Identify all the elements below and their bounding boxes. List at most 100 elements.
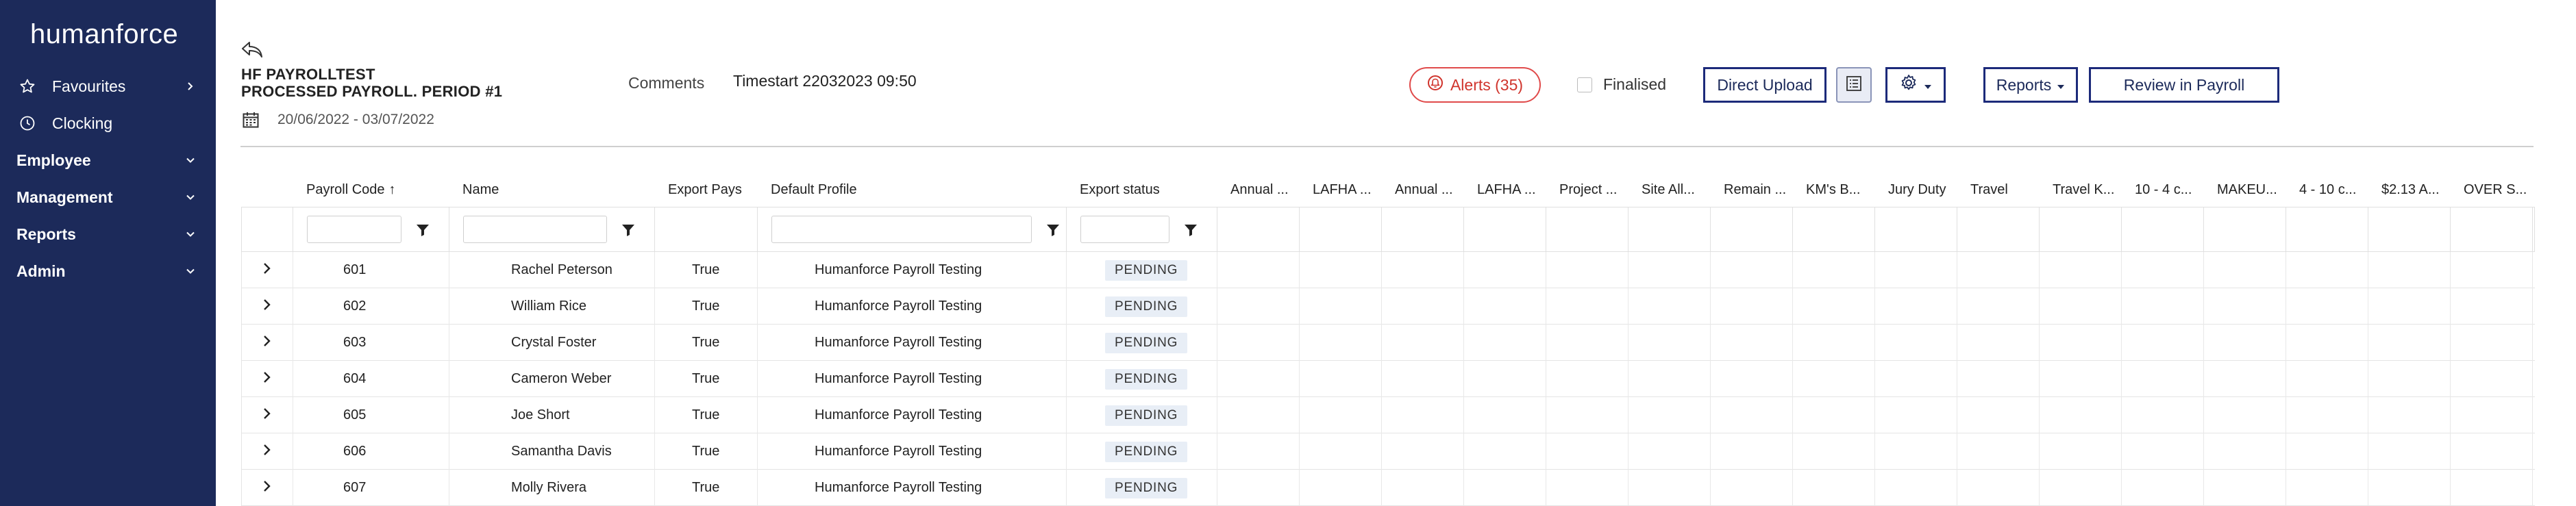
column-header[interactable]: KM's B... [1806,173,1873,207]
back-arrow-icon[interactable] [240,40,264,60]
column-header-label: 10 - 4 c... [2135,181,2192,197]
reports-dropdown-button[interactable]: Reports [1983,67,2078,103]
column-header[interactable]: Site All... [1642,173,1709,207]
table-row[interactable]: 604 Cameron Weber True Humanforce Payroll T… [241,361,2535,397]
column-header-label: Site All... [1642,181,1695,197]
chevron-down-icon [180,229,201,240]
empty-cell [1464,325,1546,361]
settings-dropdown-button[interactable] [1885,67,1946,103]
list-view-button[interactable] [1836,67,1872,103]
empty-cell [1464,252,1546,288]
filter-funnel-icon[interactable] [1183,223,1198,238]
cell-text: 606 [343,444,367,459]
sidebar-item-favourites[interactable]: Favourites [0,69,216,103]
empty-cell [1546,252,1628,288]
row-expand-cell[interactable] [242,361,293,397]
column-header[interactable]: Jury Duty [1888,173,1955,207]
table-row[interactable]: 606 Samantha Davis True Humanforce Payroll … [241,433,2535,470]
column-header[interactable]: Project ... [1559,173,1626,207]
column-header[interactable]: 10 - 4 c... [2135,173,2202,207]
column-header[interactable]: Travel K... [2053,173,2120,207]
column-header[interactable]: Export status [1080,173,1215,207]
review-in-payroll-button[interactable]: Review in Payroll [2089,67,2279,103]
empty-cell [1464,470,1546,506]
cell-profile: Humanforce Payroll Testing [758,288,1067,325]
table-row[interactable]: 601 Rachel Peterson True Humanforce Payroll… [241,252,2535,288]
column-header[interactable]: Remain ... [1724,173,1791,207]
table-row[interactable]: 602 William Rice True Humanforce Payroll Te… [241,288,2535,325]
cell-export-pays: True [655,433,758,470]
filter-funnel-icon[interactable] [1045,223,1061,238]
column-header[interactable]: LAFHA ... [1477,173,1544,207]
table-row[interactable]: 607 Molly Rivera True Humanforce Payroll Te… [241,470,2535,506]
cell-text: Crystal Foster [511,335,597,350]
table-row[interactable]: 605 Joe Short True Humanforce Payroll Testi… [241,397,2535,433]
cell-export-pays: True [655,288,758,325]
empty-cell [2368,325,2451,361]
empty-cell [1546,433,1628,470]
empty-cell [1875,288,1957,325]
finalised-checkbox[interactable] [1577,77,1592,92]
sidebar-item-label: Clocking [52,114,113,132]
column-filter-input[interactable] [463,216,607,243]
cell-text: Cameron Weber [511,371,612,386]
empty-cell [2368,361,2451,397]
column-header[interactable]: MAKEU... [2217,173,2284,207]
sidebar-item-clocking[interactable]: Clocking [0,106,216,140]
column-header[interactable]: LAFHA ... [1313,173,1380,207]
row-expand-cell[interactable] [242,397,293,433]
alerts-button[interactable]: Alerts (35) [1409,67,1541,103]
row-expand-cell[interactable] [242,470,293,506]
empty-cell [1957,325,2040,361]
cell-export-pays: True [655,325,758,361]
column-filter-input[interactable] [307,216,401,243]
timestart-label: Timestart 22032023 09:50 [733,72,917,90]
column-header[interactable]: Travel [1970,173,2038,207]
column-header[interactable]: Annual ... [1395,173,1462,207]
empty-cell [1793,397,1875,433]
row-expand-cell[interactable] [242,288,293,325]
column-header[interactable]: OVER S... [2464,173,2531,207]
cell-profile: Humanforce Payroll Testing [758,361,1067,397]
row-expand-cell[interactable] [242,433,293,470]
empty-cell [1300,433,1382,470]
column-header[interactable]: Default Profile [771,173,1065,207]
sidebar-item-reports[interactable]: Reports [0,217,216,251]
comments-link[interactable]: Comments [628,74,704,92]
column-header[interactable]: Annual ... [1230,173,1298,207]
table-row[interactable]: 603 Crystal Foster True Humanforce Payroll … [241,325,2535,361]
chevron-right-icon [262,479,273,497]
status-badge: PENDING [1105,332,1188,353]
column-header[interactable]: 4 - 10 c... [2299,173,2366,207]
empty-cell [2451,325,2533,361]
filter-funnel-icon[interactable] [415,223,430,238]
chevron-down-icon [180,266,201,277]
sidebar-item-management[interactable]: Management [0,180,216,214]
app-logo[interactable]: humanforce [30,19,178,50]
direct-upload-button[interactable]: Direct Upload [1703,67,1826,103]
column-filter-input[interactable] [771,216,1032,243]
empty-cell [1628,397,1711,433]
filter-funnel-icon[interactable] [621,223,636,238]
column-header-label: Export status [1080,181,1160,197]
empty-cell [1382,397,1464,433]
column-header[interactable]: Name [462,173,653,207]
calendar-icon[interactable] [242,111,260,129]
column-filter-input[interactable] [1080,216,1169,243]
cell-text: Humanforce Payroll Testing [815,335,982,350]
column-header[interactable]: $2.13 A... [2381,173,2449,207]
sidebar-item-admin[interactable]: Admin [0,254,216,288]
column-header[interactable]: Payroll Code ↑ [306,173,447,207]
cell-text: True [692,480,720,495]
row-expand-cell[interactable] [242,252,293,288]
empty-cell [1300,361,1382,397]
page-subtitle: PROCESSED PAYROLL. PERIOD #1 [241,83,503,100]
empty-cell [2451,288,2533,325]
column-header[interactable]: Export Pays [668,173,756,207]
row-expand-cell[interactable] [242,325,293,361]
cell-text: Humanforce Payroll Testing [815,262,982,277]
cell-name: Rachel Peterson [449,252,655,288]
sidebar-item-employee[interactable]: Employee [0,143,216,177]
cell-status: PENDING [1067,397,1217,433]
empty-cell [1793,361,1875,397]
